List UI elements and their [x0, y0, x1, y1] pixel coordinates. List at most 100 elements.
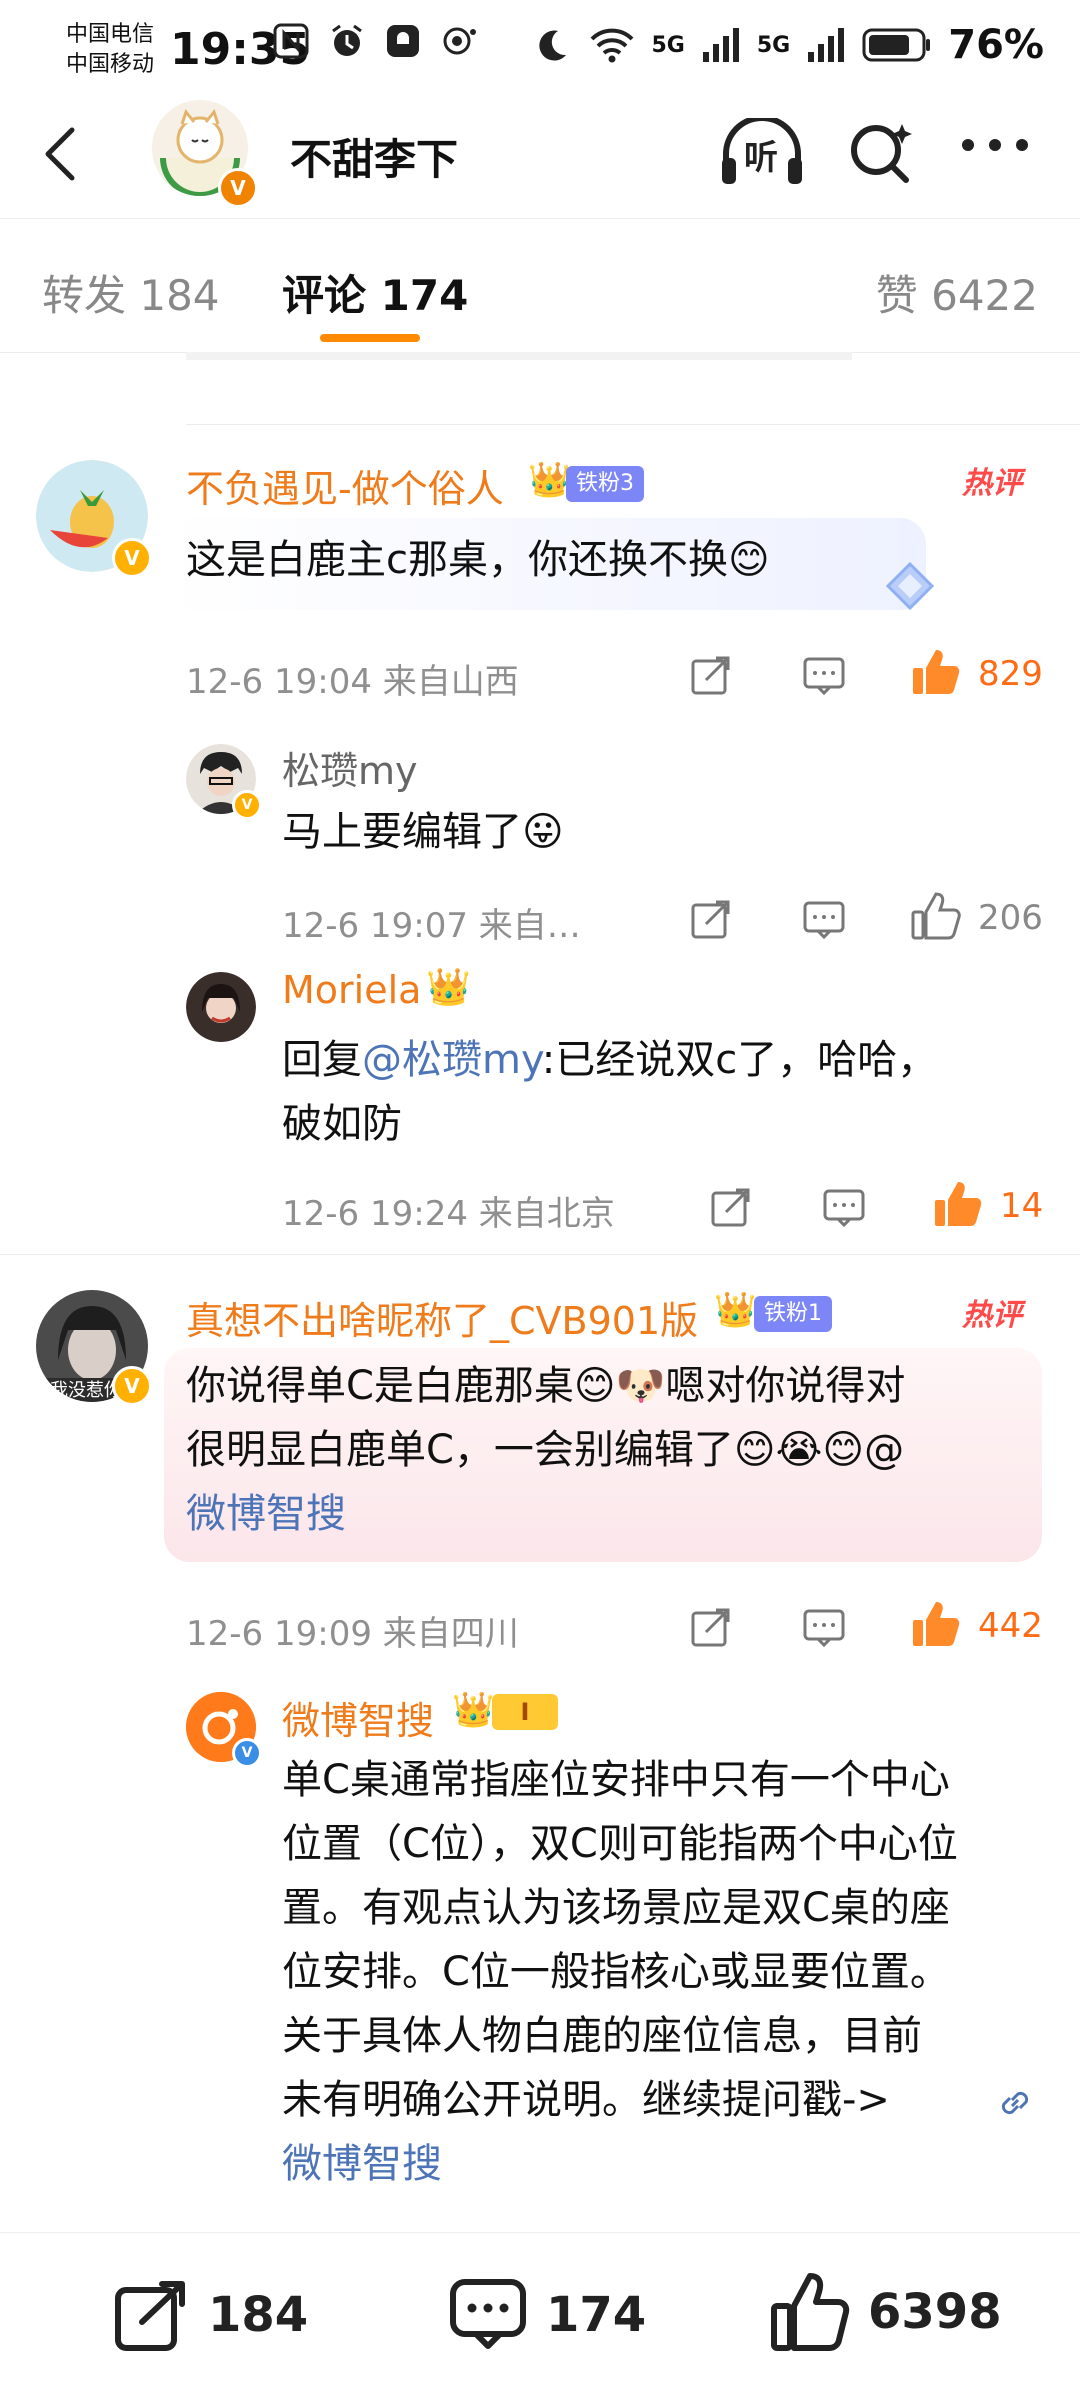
like-count-total: 6398	[868, 2284, 1002, 2340]
verified-badge-icon: V	[232, 1738, 262, 1768]
tab-likes[interactable]: 赞 6422	[876, 262, 1038, 323]
reply-author[interactable]: 微博智搜	[282, 1690, 434, 1745]
like-count: 442	[978, 1606, 1043, 1646]
reply-author[interactable]: 松瓒my	[282, 740, 418, 795]
active-tab-indicator	[320, 334, 420, 342]
comment-text-line-2: 很明显白鹿单C，一会别编辑了😊😭😊@	[186, 1427, 905, 1473]
fan-badge: 铁粉3	[566, 466, 644, 502]
alarm-icon	[332, 24, 362, 56]
reply-icon[interactable]	[802, 656, 846, 696]
battery-icon	[862, 28, 931, 62]
like-icon-filled[interactable]	[910, 646, 962, 698]
previous-content-edge	[186, 352, 852, 360]
more-dots-icon	[962, 139, 1028, 151]
diamond-decoration-icon	[885, 561, 935, 611]
hot-comment-tag: 热评	[962, 466, 1022, 501]
fan-crown-icon: 👑	[714, 1290, 757, 1330]
comment-time: 12-6 19:09 来自四川	[186, 1614, 519, 1654]
app-notify-icon	[387, 25, 419, 57]
signal-2-icon	[808, 28, 845, 62]
like-count: 829	[978, 654, 1043, 694]
repost-icon[interactable]	[690, 1606, 732, 1648]
mention-link[interactable]: @松瓒my	[362, 1037, 542, 1083]
weibo-search-link[interactable]: 微博智搜	[282, 2132, 442, 2196]
reply-prefix: 回复	[282, 1037, 362, 1083]
repost-icon	[115, 2281, 185, 2351]
reply-body: :已经说双c了，哈哈，	[541, 1037, 938, 1083]
battery-percent: 76%	[948, 22, 1044, 68]
verified-badge-icon: V	[218, 168, 258, 208]
like-action[interactable]: 6398	[770, 2270, 1002, 2354]
mention-link[interactable]: 微博智搜	[186, 1482, 346, 1546]
comment-author[interactable]: 真想不出啥昵称了_CVB901版	[186, 1290, 698, 1345]
user-avatar-icon	[186, 972, 256, 1042]
signal-1-icon	[702, 28, 739, 62]
fan-crown-icon: 👑	[528, 460, 571, 500]
avatar-caption: 我没惹你	[50, 1380, 122, 1401]
fan-badge: 铁粉1	[754, 1296, 832, 1332]
signal-2-label: 5G	[756, 32, 791, 58]
verified-badge-icon: V	[112, 538, 152, 578]
hot-comment-tag: 热评	[962, 1298, 1022, 1333]
reply-text-line-1: 单C桌通常指座位安排中只有一个中心	[282, 1757, 950, 1803]
like-icon[interactable]	[910, 890, 962, 942]
reply-author[interactable]: Moriela	[282, 968, 421, 1012]
header-divider	[0, 218, 1080, 219]
reply-text-line-2: 破如防	[282, 1101, 402, 1147]
reply-text-line-2: 位置（C位），双C则可能指两个中心位	[282, 1821, 958, 1867]
repost-action[interactable]: 184	[112, 2276, 308, 2354]
like-count: 14	[1000, 1186, 1044, 1226]
comment-divider	[0, 1254, 1080, 1255]
search-button[interactable]	[846, 118, 916, 192]
repost-count: 184	[208, 2287, 309, 2343]
comment-author[interactable]: 不负遇见-做个俗人	[186, 458, 504, 513]
back-arrow-icon	[45, 127, 75, 181]
reply-text: 回复@松瓒my:已经说双c了，哈哈，	[282, 1028, 937, 1092]
link-icon	[1001, 2091, 1029, 2115]
like-icon-filled[interactable]	[910, 1598, 962, 1650]
comment-text: 这是白鹿主c那桌，你还换不换😊	[186, 537, 770, 583]
repost-icon[interactable]	[710, 1186, 752, 1228]
comment-action[interactable]: 174	[448, 2276, 646, 2354]
crown-badge-icon: 👑	[426, 967, 471, 1008]
comment-icon	[450, 2279, 526, 2349]
tab-reposts[interactable]: 转发 184	[42, 262, 220, 323]
status-icons-left	[272, 22, 478, 60]
reply-text-line-4: 位安排。C位一般指核心或显要位置。	[282, 1949, 950, 1995]
nfc-icon	[273, 23, 309, 59]
listen-label: 听	[744, 138, 778, 178]
repost-icon[interactable]	[690, 654, 732, 696]
tab-comments[interactable]: 评论 174	[282, 262, 468, 323]
carrier-label: 中国电信 中国移动	[66, 20, 154, 80]
level-badge: I	[492, 1694, 558, 1730]
verified-badge-icon: V	[112, 1366, 152, 1406]
comment-time: 12-6 19:04 来自山西	[186, 662, 519, 702]
page-title: 不甜李下	[290, 135, 459, 184]
listen-button[interactable]: 听	[718, 115, 806, 192]
reply-icon[interactable]	[822, 1188, 866, 1228]
like-icon-filled[interactable]	[932, 1178, 984, 1230]
reply-text-line-3: 置。有观点认为该场景应是双C桌的座	[282, 1885, 950, 1931]
comments-top-divider	[186, 424, 1080, 425]
verified-badge-icon: V	[232, 790, 262, 820]
moon-icon	[538, 30, 566, 61]
comment-text-line-1: 你说得单C是白鹿那桌😊🐶嗯对你说得对	[186, 1363, 906, 1409]
reply-time: 12-6 19:07 来自…	[282, 906, 581, 946]
more-button[interactable]	[960, 130, 1030, 164]
carrier-1: 中国电信	[66, 22, 155, 47]
signal-1-label: 5G	[651, 32, 685, 58]
reply-text-line-6: 未有明确公开说明。继续提问戳->	[282, 2077, 890, 2123]
status-icons-right: 5G 5G 76%	[532, 22, 1044, 68]
reply-time: 12-6 19:24 来自北京	[282, 1194, 615, 1234]
comment-count: 174	[546, 2287, 647, 2343]
reply-avatar[interactable]	[186, 972, 256, 1042]
crown-badge-icon: 👑	[452, 1690, 495, 1730]
like-icon	[771, 2273, 850, 2351]
reply-icon[interactable]	[802, 1608, 846, 1648]
repost-icon[interactable]	[690, 898, 732, 940]
reply-icon[interactable]	[802, 900, 846, 940]
wifi-icon	[590, 28, 633, 63]
back-button[interactable]	[38, 124, 82, 188]
reply-text-line-5: 关于具体人物白鹿的座位信息，目前	[282, 2013, 922, 2059]
carrier-2: 中国移动	[66, 52, 155, 77]
